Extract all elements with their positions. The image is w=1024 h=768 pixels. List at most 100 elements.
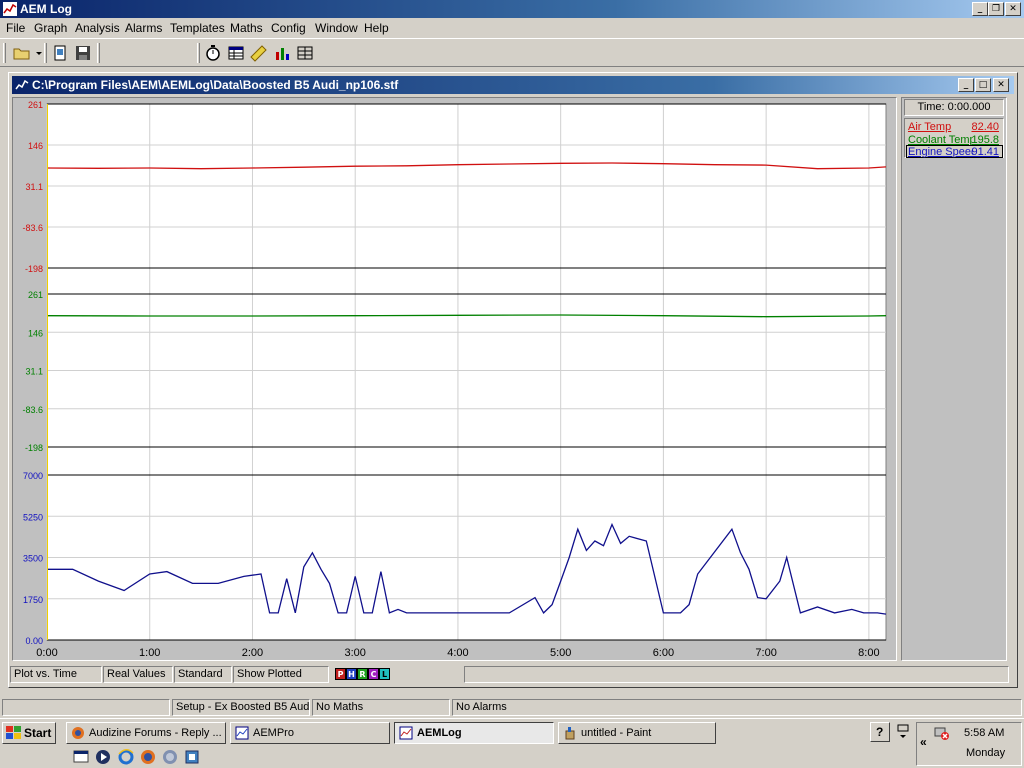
task-paint[interactable]: untitled - Paint (558, 722, 716, 744)
windows-taskbar: Start Audizine Forums - Reply ... AEMPro… (0, 718, 1024, 768)
media-player-icon[interactable] (94, 748, 112, 766)
toolbar-separator (44, 43, 47, 63)
y-tick-label: -198 (25, 264, 43, 274)
y-tick-label: 146 (28, 141, 43, 151)
plot-background (46, 103, 887, 641)
task-audizine-forums[interactable]: Audizine Forums - Reply ... (66, 722, 226, 744)
mini-button-c[interactable]: C (368, 668, 379, 680)
clock-time[interactable]: 5:58 AM (964, 727, 1004, 739)
value-mode[interactable]: Real Values (103, 666, 173, 683)
y-tick-label: 0.00 (25, 636, 43, 646)
open-icon[interactable] (12, 44, 32, 62)
table-icon[interactable] (226, 44, 246, 62)
network-alert-icon[interactable] (934, 725, 950, 741)
aempro-icon (235, 726, 249, 740)
legend-channel-name: Engine Speed (908, 146, 973, 158)
menu-templates[interactable]: Templates (170, 21, 225, 35)
channel-panel (901, 97, 1007, 661)
stopwatch-icon[interactable] (203, 44, 223, 62)
firefox-icon (72, 727, 84, 739)
x-tick-label: 5:00 (550, 647, 571, 659)
minimize-button[interactable]: _ (972, 2, 988, 16)
app-title-bar[interactable]: AEM Log _ ❐ ✕ (0, 0, 1024, 18)
toolbar (0, 38, 1024, 67)
show-desktop-icon[interactable] (72, 748, 90, 766)
x-tick-label: 3:00 (344, 647, 365, 659)
cursor-time: Time: 0:00.000 (904, 99, 1004, 116)
status-empty (2, 699, 170, 716)
view-mode[interactable]: Standard (174, 666, 232, 683)
task-label: untitled - Paint (581, 727, 652, 739)
app-quicklaunch-icon[interactable] (183, 748, 201, 766)
firefox-quicklaunch-icon[interactable] (139, 748, 157, 766)
menu-bar: File Graph Analysis Alarms Templates Mat… (0, 18, 1024, 37)
copy-icon[interactable] (50, 44, 70, 62)
y-tick-label: 146 (28, 328, 43, 338)
document-minimize-button[interactable]: _ (958, 78, 974, 92)
y-tick-label: -83.6 (22, 223, 43, 233)
task-label: AEMLog (417, 727, 462, 739)
document-maximize-button[interactable]: □ (975, 78, 991, 92)
legend-engine-speed[interactable]: Engine Speed 91.41 (906, 145, 1003, 158)
help-button[interactable]: ? (870, 722, 890, 742)
language-bar-icon[interactable] (896, 723, 910, 741)
menu-help[interactable]: Help (364, 21, 389, 35)
y-tick-label: 31.1 (25, 367, 43, 377)
x-tick-label: 4:00 (447, 647, 468, 659)
app-title: AEM Log (20, 2, 72, 16)
toolbar-grip[interactable] (3, 43, 6, 63)
toolbar-grip[interactable] (197, 43, 200, 63)
mini-button-r[interactable]: R (357, 668, 368, 680)
menu-config[interactable]: Config (271, 21, 306, 35)
y-tick-label: 5250 (23, 512, 43, 522)
document-close-button[interactable]: ✕ (993, 78, 1009, 92)
graph-status-bar: Plot vs. Time Real Values Standard Show … (9, 665, 1015, 685)
mini-button-h[interactable]: H (346, 668, 357, 680)
save-icon[interactable] (73, 44, 93, 62)
globe-icon[interactable] (161, 748, 179, 766)
aem-log-app-icon (3, 2, 17, 16)
y-tick-label: 7000 (23, 471, 43, 481)
legend-air-temp[interactable]: Air Temp 82.40 (906, 120, 1003, 133)
menu-graph[interactable]: Graph (34, 21, 67, 35)
x-tick-label: 6:00 (653, 647, 674, 659)
plot-mode[interactable]: Plot vs. Time (10, 666, 102, 683)
help-icon: ? (876, 725, 884, 739)
y-tick-label: -83.6 (22, 405, 43, 415)
menu-analysis[interactable]: Analysis (75, 21, 120, 35)
close-button[interactable]: ✕ (1005, 2, 1021, 16)
ruler-icon[interactable] (249, 44, 269, 62)
task-label: Audizine Forums - Reply ... (89, 727, 222, 739)
plot-filter[interactable]: Show Plotted (233, 666, 329, 683)
x-tick-label: 1:00 (139, 647, 160, 659)
aemlog-icon (399, 726, 413, 740)
menu-alarms[interactable]: Alarms (125, 21, 162, 35)
internet-explorer-icon[interactable] (117, 748, 135, 766)
status-alarms: No Alarms (452, 699, 1022, 716)
log-graph[interactable]: 0:00 1:00 2:00 3:00 4:00 5:00 6:00 7:00 8:00 261 1… (12, 97, 897, 661)
restore-button[interactable]: ❐ (988, 2, 1004, 16)
x-tick-label: 7:00 (755, 647, 776, 659)
y-tick-label: 1750 (23, 595, 43, 605)
x-tick-label: 8:00 (858, 647, 879, 659)
y-tick-label: 31.1 (25, 182, 43, 192)
windows-logo-icon (6, 726, 21, 739)
status-bar: Setup - Ex Boosted B5 Audi_ No Maths No … (0, 698, 1024, 717)
x-tick-label: 0:00 (36, 647, 57, 659)
task-aempro[interactable]: AEMPro (230, 722, 390, 744)
task-aemlog[interactable]: AEMLog (394, 722, 554, 744)
mini-button-l[interactable]: L (379, 668, 390, 680)
paint-icon (565, 727, 575, 740)
y-tick-label: 261 (28, 100, 43, 110)
menu-maths[interactable]: Maths (230, 21, 263, 35)
bar-chart-icon[interactable] (272, 44, 292, 62)
start-button[interactable]: Start (2, 722, 56, 744)
document-title: C:\Program Files\AEM\AEMLog\Data\Boosted… (32, 78, 399, 92)
menu-file[interactable]: File (6, 21, 25, 35)
document-title-bar[interactable]: C:\Program Files\AEM\AEMLog\Data\Boosted… (12, 76, 1014, 94)
tray-expand-icon[interactable]: « (920, 735, 927, 749)
grid-icon[interactable] (295, 44, 315, 62)
y-tick-label: -198 (25, 443, 43, 453)
mini-button-p[interactable]: P (335, 668, 346, 680)
menu-window[interactable]: Window (315, 21, 358, 35)
